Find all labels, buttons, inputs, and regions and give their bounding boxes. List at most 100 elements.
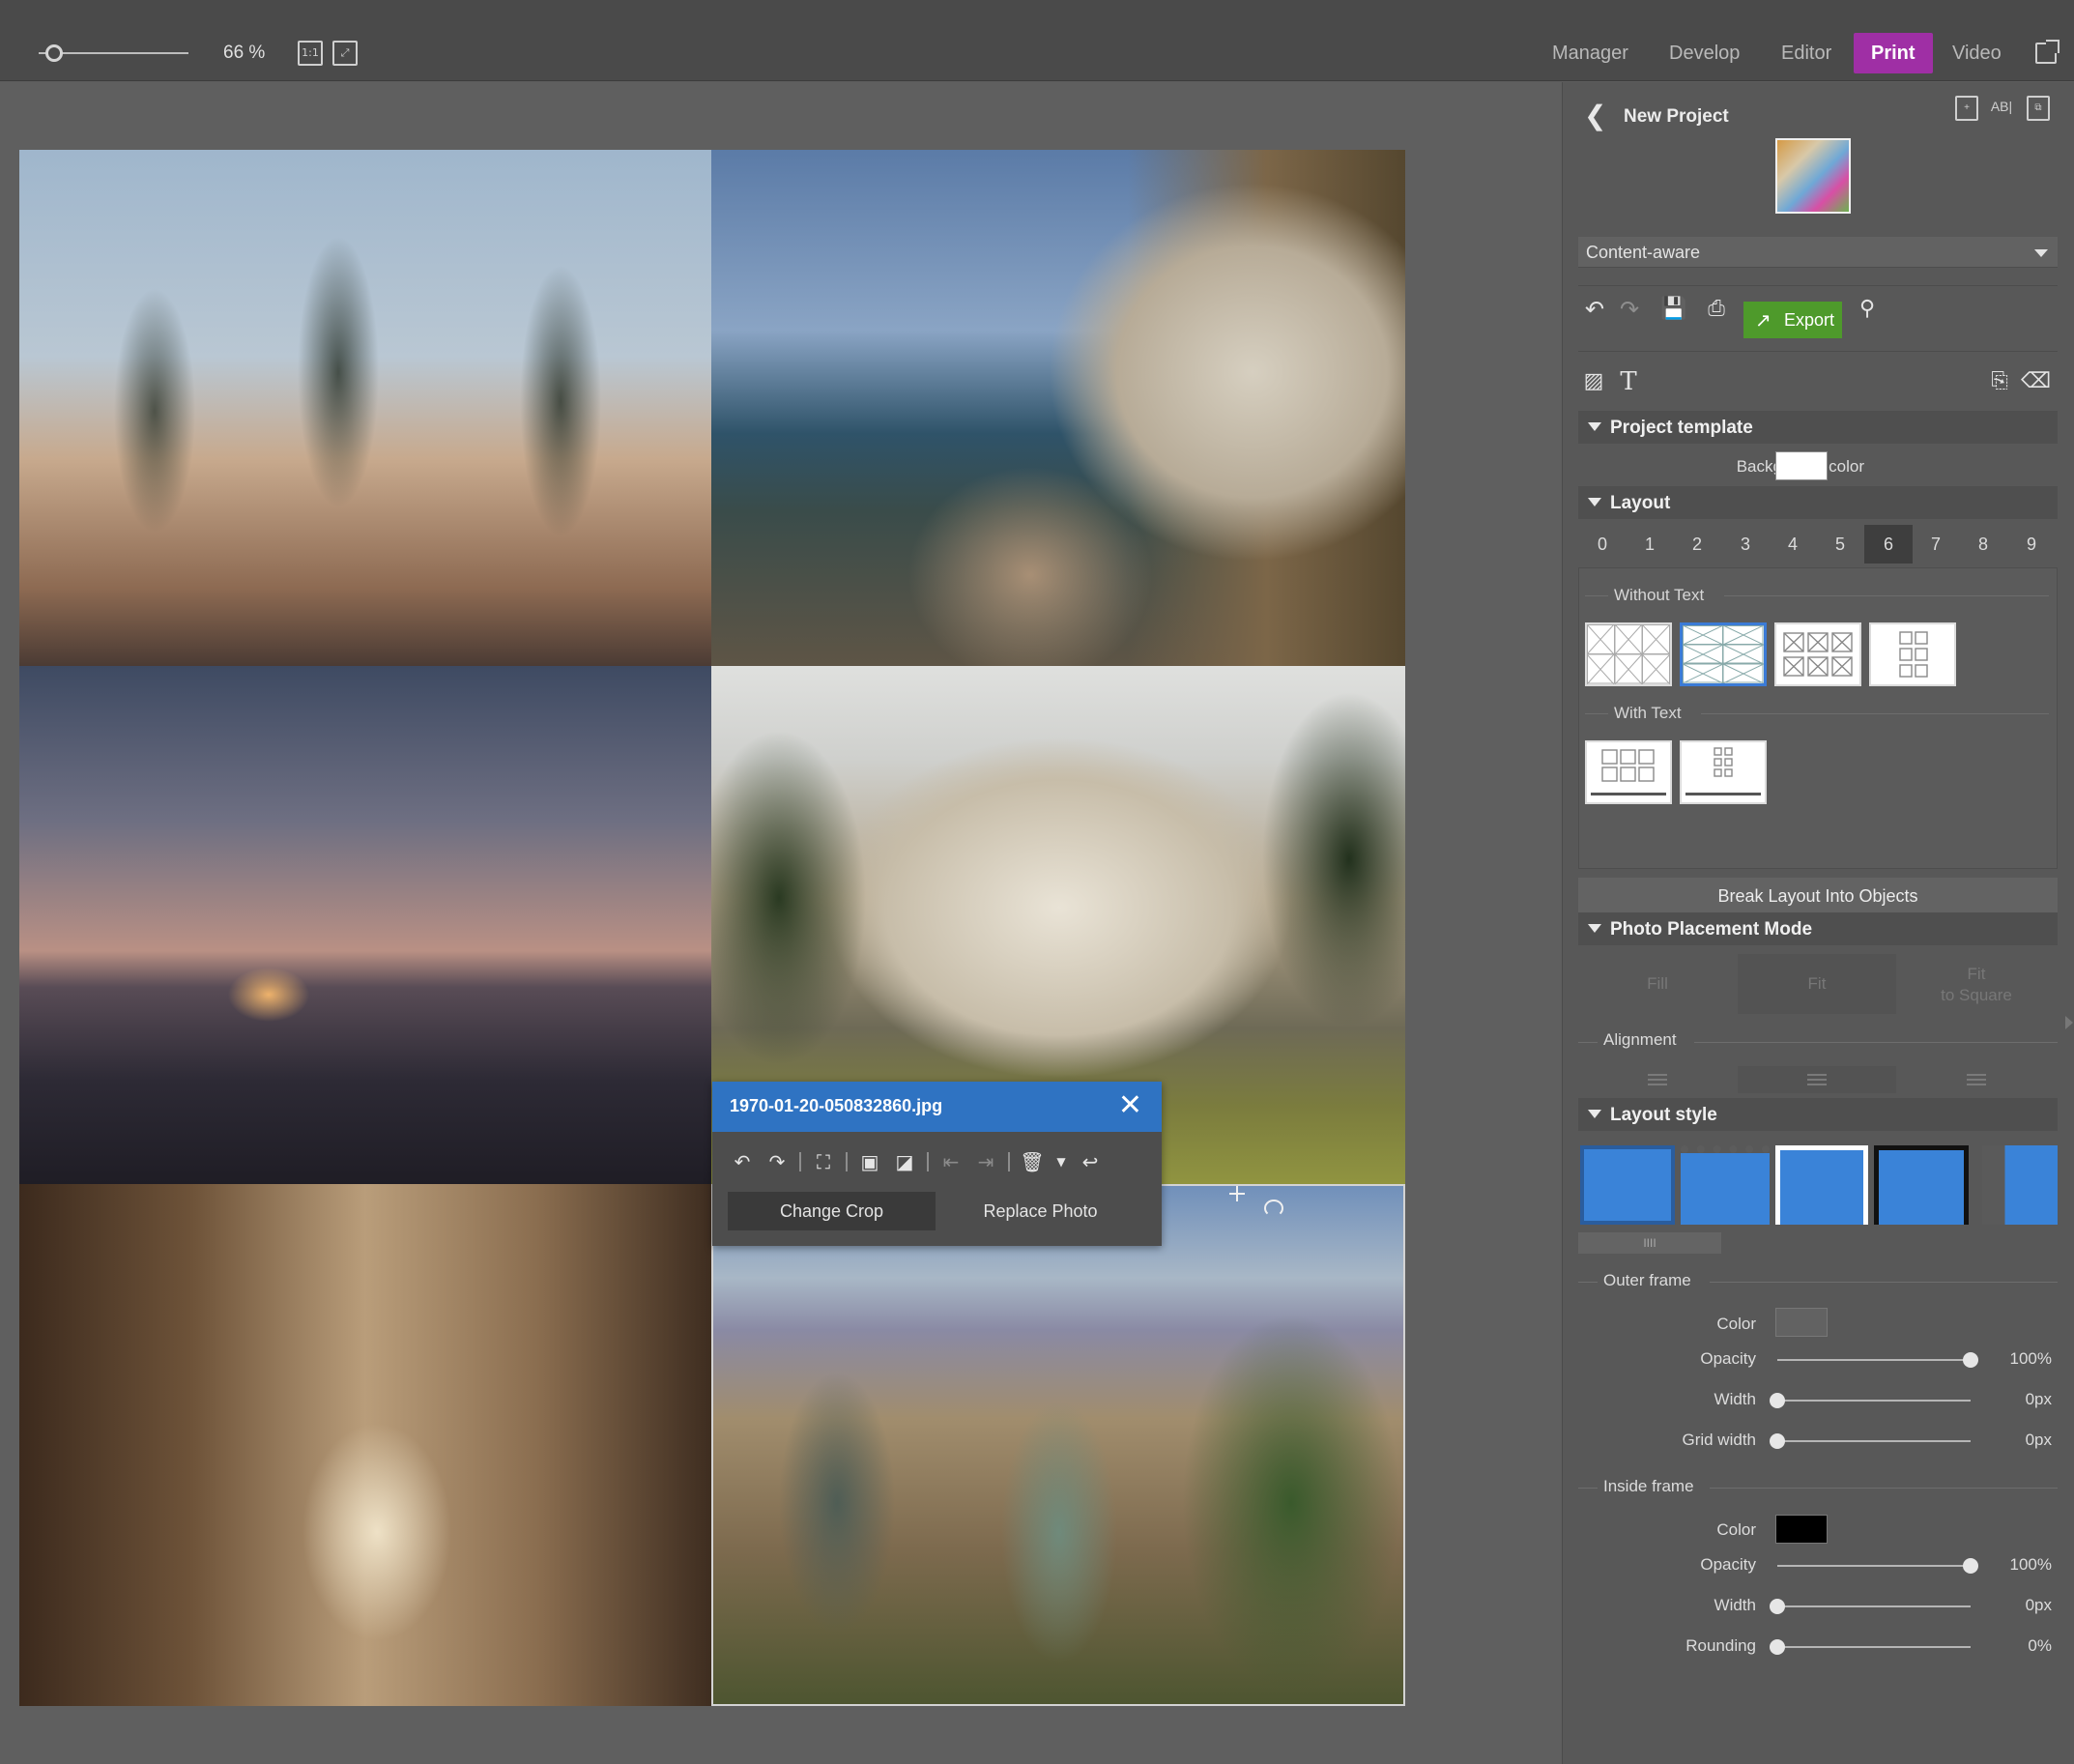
inside-width-handle[interactable] xyxy=(1770,1599,1785,1614)
photo-alley[interactable] xyxy=(19,1184,711,1706)
placement-mode-select[interactable]: Content-aware xyxy=(1578,237,2058,268)
layout-style-black-frame[interactable] xyxy=(1874,1145,1969,1225)
layout-style-scrollbar[interactable]: IIII xyxy=(1578,1232,1721,1254)
back-arrow-icon[interactable]: ❮ xyxy=(1584,100,1606,131)
inside-opacity-handle[interactable] xyxy=(1963,1558,1978,1574)
text-icon[interactable]: T xyxy=(1615,368,1642,395)
section-photo-placement[interactable]: Photo Placement Mode xyxy=(1578,912,2058,945)
placement-fill-button[interactable]: Fill xyxy=(1578,954,1737,1014)
photo-palm-trees[interactable] xyxy=(19,150,711,666)
grid-width-slider[interactable] xyxy=(1777,1440,1971,1442)
photo-count-0[interactable]: 0 xyxy=(1578,525,1627,564)
rotate-left-icon[interactable]: ↶ xyxy=(730,1150,755,1173)
replace-photo-button[interactable]: Replace Photo xyxy=(936,1192,1144,1230)
section-project-template[interactable]: Project template xyxy=(1578,411,2058,444)
layout-template-grid-2x3[interactable] xyxy=(1680,622,1767,686)
outer-width-slider[interactable] xyxy=(1777,1400,1971,1402)
duplicate-page-icon[interactable]: ⧉ xyxy=(2027,96,2050,121)
fit-screen-icon[interactable]: ⤢ xyxy=(332,41,358,66)
photo-count-2[interactable]: 2 xyxy=(1673,525,1721,564)
copy-style-icon[interactable]: ⎘ xyxy=(1986,368,2013,395)
grid-width-handle[interactable] xyxy=(1770,1433,1785,1449)
inside-opacity-label: Opacity xyxy=(1700,1555,1756,1574)
print-icon[interactable]: ⎙ xyxy=(1702,295,1731,324)
send-back-icon[interactable]: ◪ xyxy=(892,1150,917,1173)
rounding-handle[interactable] xyxy=(1770,1639,1785,1655)
photo-count-1[interactable]: 1 xyxy=(1626,525,1674,564)
section-layout[interactable]: Layout xyxy=(1578,486,2058,519)
layout-template-text-grid[interactable] xyxy=(1585,740,1672,804)
zoom-slider-handle[interactable] xyxy=(44,44,63,62)
photo-count-3[interactable]: 3 xyxy=(1721,525,1770,564)
rotate-right-icon[interactable]: ↷ xyxy=(764,1150,790,1173)
group-divider xyxy=(1701,713,2049,714)
group-divider xyxy=(1724,595,2049,596)
outer-opacity-slider[interactable] xyxy=(1777,1359,1971,1361)
chevron-down-icon[interactable]: ▼ xyxy=(1054,1150,1068,1173)
share-icon[interactable]: ⚲ xyxy=(1853,295,1882,324)
rounding-slider[interactable] xyxy=(1777,1646,1971,1648)
placement-fit-button[interactable]: Fit xyxy=(1738,954,1896,1014)
undo-icon[interactable]: ↩ xyxy=(1078,1150,1103,1173)
nav-video[interactable]: Video xyxy=(1952,33,2002,73)
collapse-triangle-icon xyxy=(1588,1110,1601,1118)
photo-count-9[interactable]: 9 xyxy=(2007,525,2056,564)
layout-template-text-columns[interactable] xyxy=(1680,740,1767,804)
bring-front-icon[interactable]: ▣ xyxy=(857,1150,882,1173)
redo-icon[interactable]: ↷ xyxy=(1615,295,1644,324)
nav-print[interactable]: Print xyxy=(1854,33,1933,73)
layout-style-shadow[interactable] xyxy=(1681,1145,1770,1225)
inside-width-slider[interactable] xyxy=(1777,1605,1971,1607)
align-left-button[interactable] xyxy=(1578,1066,1737,1093)
inside-color-label: Color xyxy=(1716,1520,1756,1539)
photo-count-5[interactable]: 5 xyxy=(1816,525,1864,564)
align-center-button[interactable] xyxy=(1738,1066,1896,1093)
fit-square-line-1: Fit xyxy=(1967,965,1986,983)
layout-template-grid-2x3-spaced[interactable] xyxy=(1869,622,1956,686)
photo-bridge[interactable] xyxy=(711,1184,1405,1706)
fit-photo-icon[interactable]: ⛶ xyxy=(811,1150,836,1173)
inside-opacity-slider[interactable] xyxy=(1777,1565,1971,1567)
layout-style-plain[interactable] xyxy=(1580,1145,1675,1225)
export-button[interactable]: Export xyxy=(1743,302,1842,338)
rename-icon[interactable]: AB| xyxy=(1990,96,2013,121)
swap-left-icon[interactable]: ⇤ xyxy=(938,1150,964,1173)
layout-template-grid-3x2-spaced[interactable] xyxy=(1774,622,1861,686)
break-layout-button[interactable]: Break Layout Into Objects xyxy=(1578,878,2058,914)
photo-sunset-pier[interactable] xyxy=(19,666,711,1184)
fit-square-line-2: to Square xyxy=(1941,986,2012,1004)
inside-color-swatch[interactable] xyxy=(1775,1515,1828,1544)
placement-fit-square-button[interactable]: Fit to Square xyxy=(1897,954,2056,1014)
background-color-swatch[interactable] xyxy=(1775,451,1828,480)
outer-color-label: Color xyxy=(1716,1315,1756,1333)
swap-right-icon[interactable]: ⇥ xyxy=(973,1150,998,1173)
save-icon[interactable]: 💾 xyxy=(1659,295,1688,324)
section-layout-style[interactable]: Layout style xyxy=(1578,1098,2058,1131)
nav-editor[interactable]: Editor xyxy=(1781,33,1831,73)
outer-color-swatch[interactable] xyxy=(1775,1308,1828,1337)
photo-count-4[interactable]: 4 xyxy=(1769,525,1817,564)
nav-manager[interactable]: Manager xyxy=(1552,33,1628,73)
align-right-button[interactable] xyxy=(1897,1066,2056,1093)
change-crop-button[interactable]: Change Crop xyxy=(728,1192,936,1230)
image-icon[interactable]: ▨ xyxy=(1580,368,1607,395)
photo-cliff-town[interactable] xyxy=(711,150,1405,666)
outer-opacity-handle[interactable] xyxy=(1963,1352,1978,1368)
nav-develop[interactable]: Develop xyxy=(1669,33,1740,73)
new-page-icon[interactable]: + xyxy=(1955,96,1978,121)
layout-template-grid-3x2[interactable] xyxy=(1585,622,1672,686)
undo-icon[interactable]: ↶ xyxy=(1580,295,1609,324)
eraser-icon[interactable]: ⌫ xyxy=(2021,368,2051,395)
popout-window-icon[interactable] xyxy=(2035,40,2060,64)
photo-count-6[interactable]: 6 xyxy=(1864,525,1913,564)
close-icon[interactable]: ✕ xyxy=(1118,1091,1142,1120)
project-thumbnail[interactable] xyxy=(1775,138,1851,214)
photo-count-8[interactable]: 8 xyxy=(1959,525,2007,564)
actual-size-icon[interactable]: 1:1 xyxy=(298,41,323,66)
delete-icon[interactable]: 🗑 xyxy=(1020,1150,1045,1173)
outer-width-handle[interactable] xyxy=(1770,1393,1785,1408)
photo-count-7[interactable]: 7 xyxy=(1912,525,1960,564)
layout-style-white-frame[interactable] xyxy=(1775,1145,1868,1225)
layout-style-transparent[interactable] xyxy=(1982,1145,2058,1225)
panel-expand-arrow-icon[interactable] xyxy=(2065,1016,2073,1029)
